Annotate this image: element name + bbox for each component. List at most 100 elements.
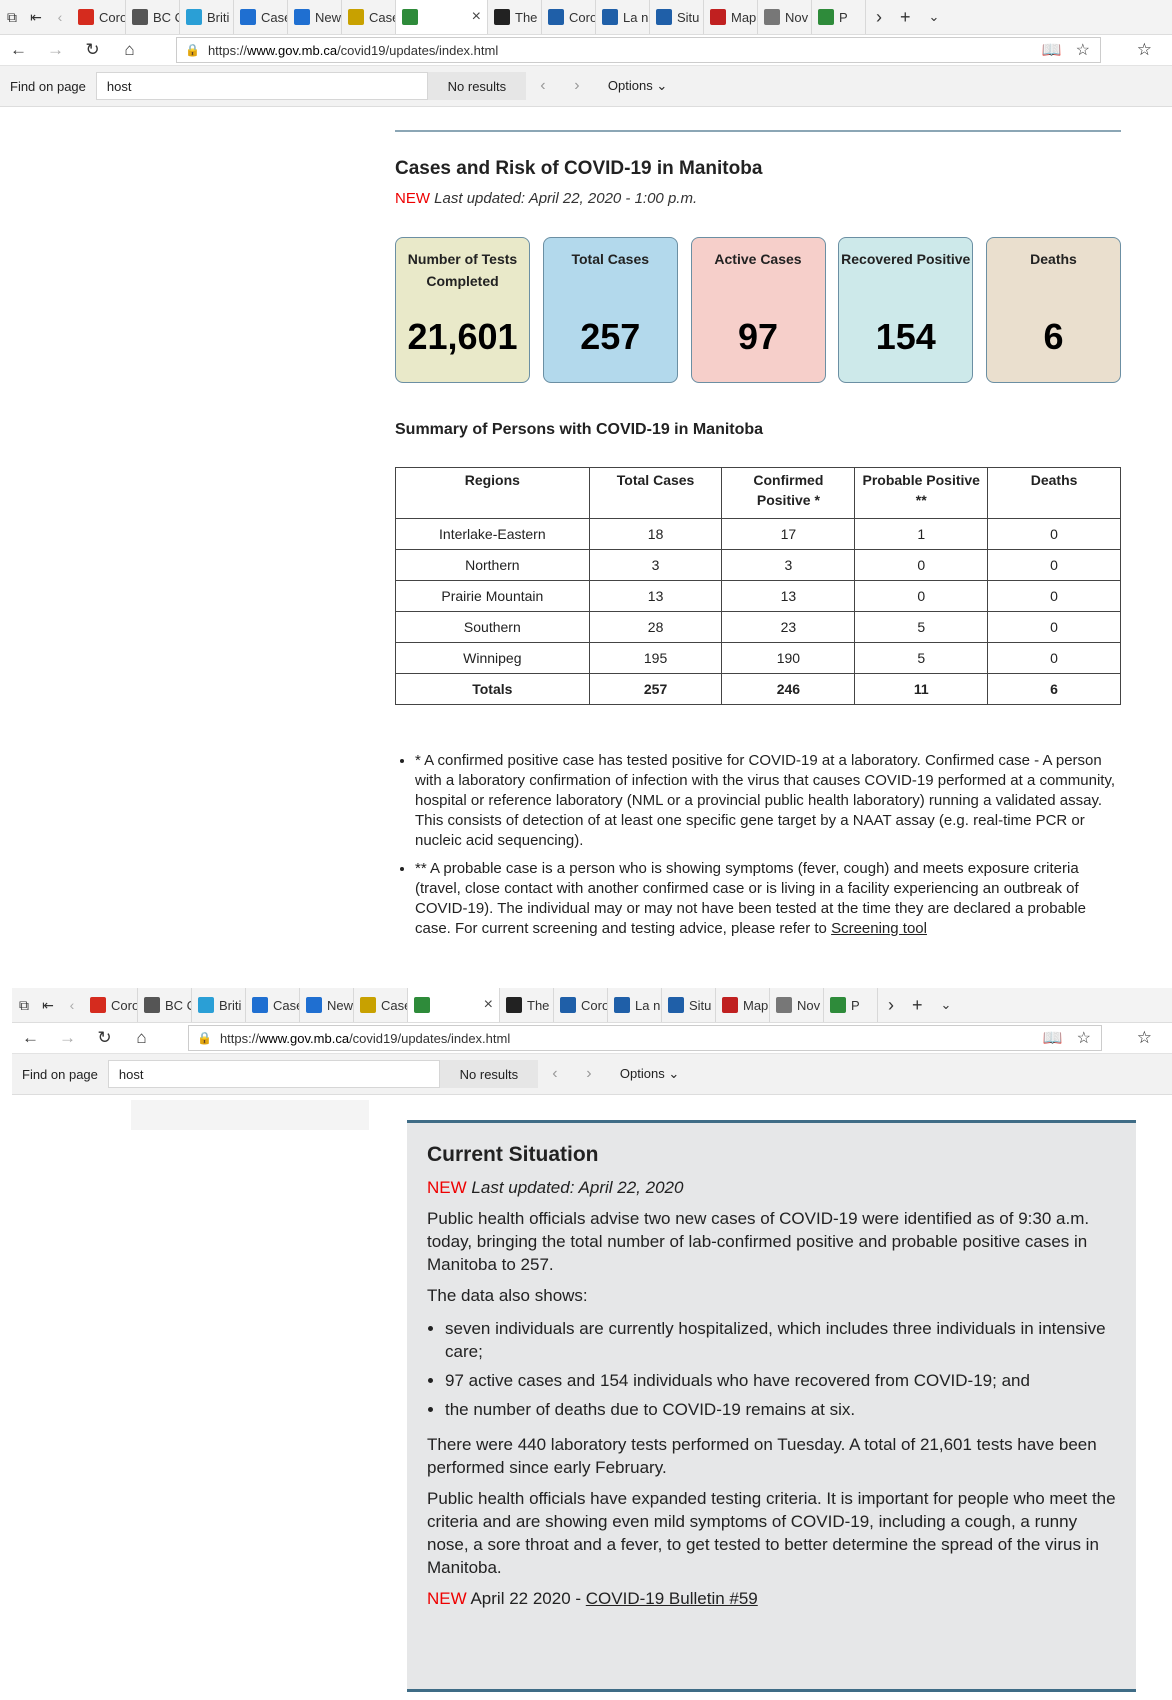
document-icon xyxy=(348,9,364,25)
browser-tab[interactable]: Situ xyxy=(650,0,704,34)
browser-tab[interactable]: Case xyxy=(234,0,288,34)
address-bar[interactable]: 🔒 https://www.gov.mb.ca/covid19/updates/… xyxy=(176,37,1101,63)
favorite-star-icon[interactable]: ☆ xyxy=(1076,40,1090,60)
updated-text: Last updated: April 22, 2020 - 1:00 p.m. xyxy=(434,190,698,207)
browser-tab[interactable]: P xyxy=(824,988,878,1022)
find-options-button[interactable]: Options ⌄ xyxy=(594,78,667,94)
favorites-hub-icon[interactable]: ☆ xyxy=(1137,1028,1152,1048)
green-icon xyxy=(402,9,418,25)
home-button[interactable]: ⌂ xyxy=(123,1028,160,1048)
find-next-icon[interactable]: › xyxy=(560,77,594,95)
bc-icon xyxy=(198,997,214,1013)
browser-tab[interactable]: × xyxy=(408,988,500,1022)
bulletin-link[interactable]: COVID-19 Bulletin #59 xyxy=(586,1589,758,1608)
reading-view-icon[interactable]: 📖 xyxy=(1043,1028,1063,1048)
scroll-right-icon[interactable]: › xyxy=(876,7,882,28)
note-probable: ** A probable case is a person who is sh… xyxy=(415,859,1121,939)
note-confirmed: * A confirmed positive case has tested p… xyxy=(415,751,1121,851)
reading-view-icon[interactable]: 📖 xyxy=(1042,40,1062,60)
find-options-button[interactable]: Options ⌄ xyxy=(606,1066,679,1082)
browser-tab[interactable]: Coro xyxy=(542,0,596,34)
close-tab-icon[interactable]: × xyxy=(484,996,493,1014)
forward-button[interactable]: → xyxy=(37,40,74,60)
tab-label: Case xyxy=(381,997,407,1013)
tab-label: The xyxy=(515,9,538,25)
screening-tool-link[interactable]: Screening tool xyxy=(831,920,927,937)
stat-value: 6 xyxy=(1043,316,1064,357)
favorite-star-icon[interactable]: ☆ xyxy=(1077,1028,1091,1048)
browser-tab[interactable]: Map xyxy=(704,0,758,34)
browser-tab[interactable]: Situ xyxy=(662,988,716,1022)
find-prev-icon[interactable]: ‹ xyxy=(538,1065,572,1083)
scroll-left-icon[interactable]: ‹ xyxy=(60,997,84,1013)
scroll-left-icon[interactable]: ‹ xyxy=(48,9,72,25)
tab-menu-chevron-icon[interactable]: ⌄ xyxy=(929,9,940,25)
browser-tab[interactable]: Nov xyxy=(770,988,824,1022)
browser-tab[interactable]: Coro xyxy=(72,0,126,34)
back-button[interactable]: ← xyxy=(12,1028,49,1048)
people-icon xyxy=(818,9,834,25)
new-tab-button[interactable]: + xyxy=(912,995,923,1016)
home-button[interactable]: ⌂ xyxy=(111,40,148,60)
close-tab-icon[interactable]: × xyxy=(472,8,481,26)
browser-tab[interactable]: BC C xyxy=(138,988,192,1022)
browser-tab[interactable]: × xyxy=(396,0,488,34)
refresh-button[interactable]: ↻ xyxy=(86,1028,123,1048)
note-probable-text: ** A probable case is a person who is sh… xyxy=(415,860,1086,937)
browser-tab[interactable]: La n xyxy=(596,0,650,34)
people-icon xyxy=(830,997,846,1013)
section-divider xyxy=(395,130,1121,132)
browser-tab[interactable]: P xyxy=(812,0,866,34)
set-aside-icon[interactable]: ⇤ xyxy=(36,997,60,1014)
browser-tab[interactable]: Coro xyxy=(554,988,608,1022)
table-cell: Winnipeg xyxy=(395,642,590,674)
set-aside-icon[interactable]: ⇤ xyxy=(24,9,48,26)
paragraph-4: Public health officials have expanded te… xyxy=(427,1489,1116,1577)
totals-cell: 257 xyxy=(588,673,723,705)
tab-label: La n xyxy=(635,997,661,1013)
tab-list: Coro BC C Briti Case New Case × The Coro La n Situ… xyxy=(72,0,866,34)
find-prev-icon[interactable]: ‹ xyxy=(526,77,560,95)
tab-label: Situ xyxy=(689,997,712,1013)
chart-icon xyxy=(306,997,322,1013)
back-button[interactable]: ← xyxy=(0,40,37,60)
find-input[interactable]: host xyxy=(107,1060,440,1088)
browser-tab[interactable]: Case xyxy=(246,988,300,1022)
browser-tab[interactable]: Briti xyxy=(192,988,246,1022)
tab-menu-chevron-icon[interactable]: ⌄ xyxy=(941,997,952,1013)
address-bar[interactable]: 🔒 https://www.gov.mb.ca/covid19/updates/… xyxy=(188,1025,1102,1051)
stat-card: Active Cases 97 xyxy=(690,237,826,383)
browser-tab[interactable]: Coro xyxy=(84,988,138,1022)
find-label: Find on page xyxy=(10,78,86,94)
favorites-hub-icon[interactable]: ☆ xyxy=(1137,40,1152,60)
find-results: No results xyxy=(439,1060,538,1088)
browser-tab[interactable]: The xyxy=(500,988,554,1022)
current-situation-panel: Current Situation NEW Last updated: Apri… xyxy=(407,1120,1136,1692)
find-next-icon[interactable]: › xyxy=(572,1065,606,1083)
browser-tab[interactable]: New xyxy=(288,0,342,34)
browser-tab[interactable]: Nov xyxy=(758,0,812,34)
find-input[interactable]: host xyxy=(95,72,428,100)
table-row: Northern 3 3 0 0 xyxy=(395,549,1121,581)
browser-tab[interactable]: Map xyxy=(716,988,770,1022)
maple-leaf-icon xyxy=(90,997,106,1013)
table-cell: 5 xyxy=(854,611,989,643)
fleur-icon xyxy=(656,9,672,25)
refresh-button[interactable]: ↻ xyxy=(74,40,111,60)
tab-preview-icon[interactable]: ⧉ xyxy=(12,997,36,1014)
tab-label: New xyxy=(315,9,342,25)
browser-tab[interactable]: Case xyxy=(354,988,408,1022)
tab-preview-icon[interactable]: ⧉ xyxy=(0,9,24,26)
browser-tab[interactable]: Case xyxy=(342,0,396,34)
scroll-right-icon[interactable]: › xyxy=(888,995,894,1016)
browser-tab[interactable]: The xyxy=(488,0,542,34)
new-tab-button[interactable]: + xyxy=(900,7,911,28)
find-bar-2: Find on page host No results ‹ › Options… xyxy=(12,1054,1172,1095)
forward-button[interactable]: → xyxy=(49,1028,86,1048)
tab-label: Coro xyxy=(99,9,126,25)
browser-tab[interactable]: New xyxy=(300,988,354,1022)
table-cell: 23 xyxy=(721,611,856,643)
browser-tab[interactable]: La n xyxy=(608,988,662,1022)
browser-tab[interactable]: Briti xyxy=(180,0,234,34)
browser-tab[interactable]: BC C xyxy=(126,0,180,34)
